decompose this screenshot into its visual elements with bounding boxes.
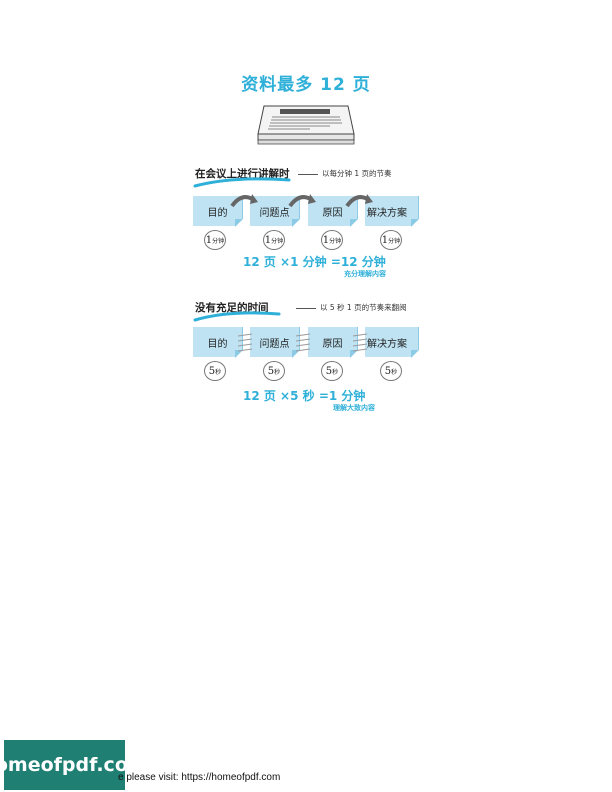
time-badge: 5秒 xyxy=(204,361,226,381)
time-badge: 5秒 xyxy=(380,361,402,381)
badge-unit: 秒 xyxy=(215,368,222,376)
footer-link-text[interactable]: e please visit: https://homeofpdf.com xyxy=(118,772,280,783)
curved-arrow-icon xyxy=(345,194,373,208)
badge-unit: 秒 xyxy=(332,368,339,376)
section1-formula: 12 页 ×1 分钟 =12 分钟 xyxy=(243,255,386,269)
page-title: 资料最多 12 页 xyxy=(241,75,371,95)
speed-lines-icon xyxy=(353,333,368,352)
badge-unit: 分钟 xyxy=(329,237,342,245)
time-badge: 1 分钟 xyxy=(380,230,402,250)
time-badge: 5秒 xyxy=(263,361,285,381)
speed-lines-icon xyxy=(296,333,311,352)
site-logo[interactable]: homeofpdf.com xyxy=(0,740,148,790)
card-solution: 解决方案 xyxy=(365,327,419,358)
badge-unit: 分钟 xyxy=(388,237,401,245)
speed-lines-icon xyxy=(238,333,253,352)
card-problem: 问题点 xyxy=(250,327,300,358)
curved-arrow-icon xyxy=(288,194,316,208)
section2-formula: 12 页 ×5 秒 =1 分钟 xyxy=(243,389,366,403)
curved-arrow-icon xyxy=(230,194,258,208)
badge-unit: 秒 xyxy=(274,368,281,376)
section1-note: 以每分钟 1 页的节奏 xyxy=(298,168,392,179)
badge-unit: 秒 xyxy=(391,368,398,376)
time-badge: 5秒 xyxy=(321,361,343,381)
card-purpose: 目的 xyxy=(193,327,243,358)
badge-unit: 分钟 xyxy=(212,237,225,245)
time-badge: 1 分钟 xyxy=(263,230,285,250)
section1-note-text: 以每分钟 1 页的节奏 xyxy=(322,169,392,178)
time-badge: 1 分钟 xyxy=(204,230,226,250)
document-stack-icon xyxy=(257,105,355,145)
section2-note: 以 5 秒 1 页的节奏来翻阅 xyxy=(296,302,407,313)
time-badge: 1 分钟 xyxy=(321,230,343,250)
section2-note-text: 以 5 秒 1 页的节奏来翻阅 xyxy=(320,303,407,312)
card-cause: 原因 xyxy=(308,327,358,358)
badge-unit: 分钟 xyxy=(271,237,284,245)
section2-caption: 理解大致内容 xyxy=(333,404,375,412)
section2-underline-swoosh xyxy=(193,311,281,322)
section1-underline-swoosh xyxy=(193,177,291,188)
section1-caption: 充分理解内容 xyxy=(344,270,386,278)
